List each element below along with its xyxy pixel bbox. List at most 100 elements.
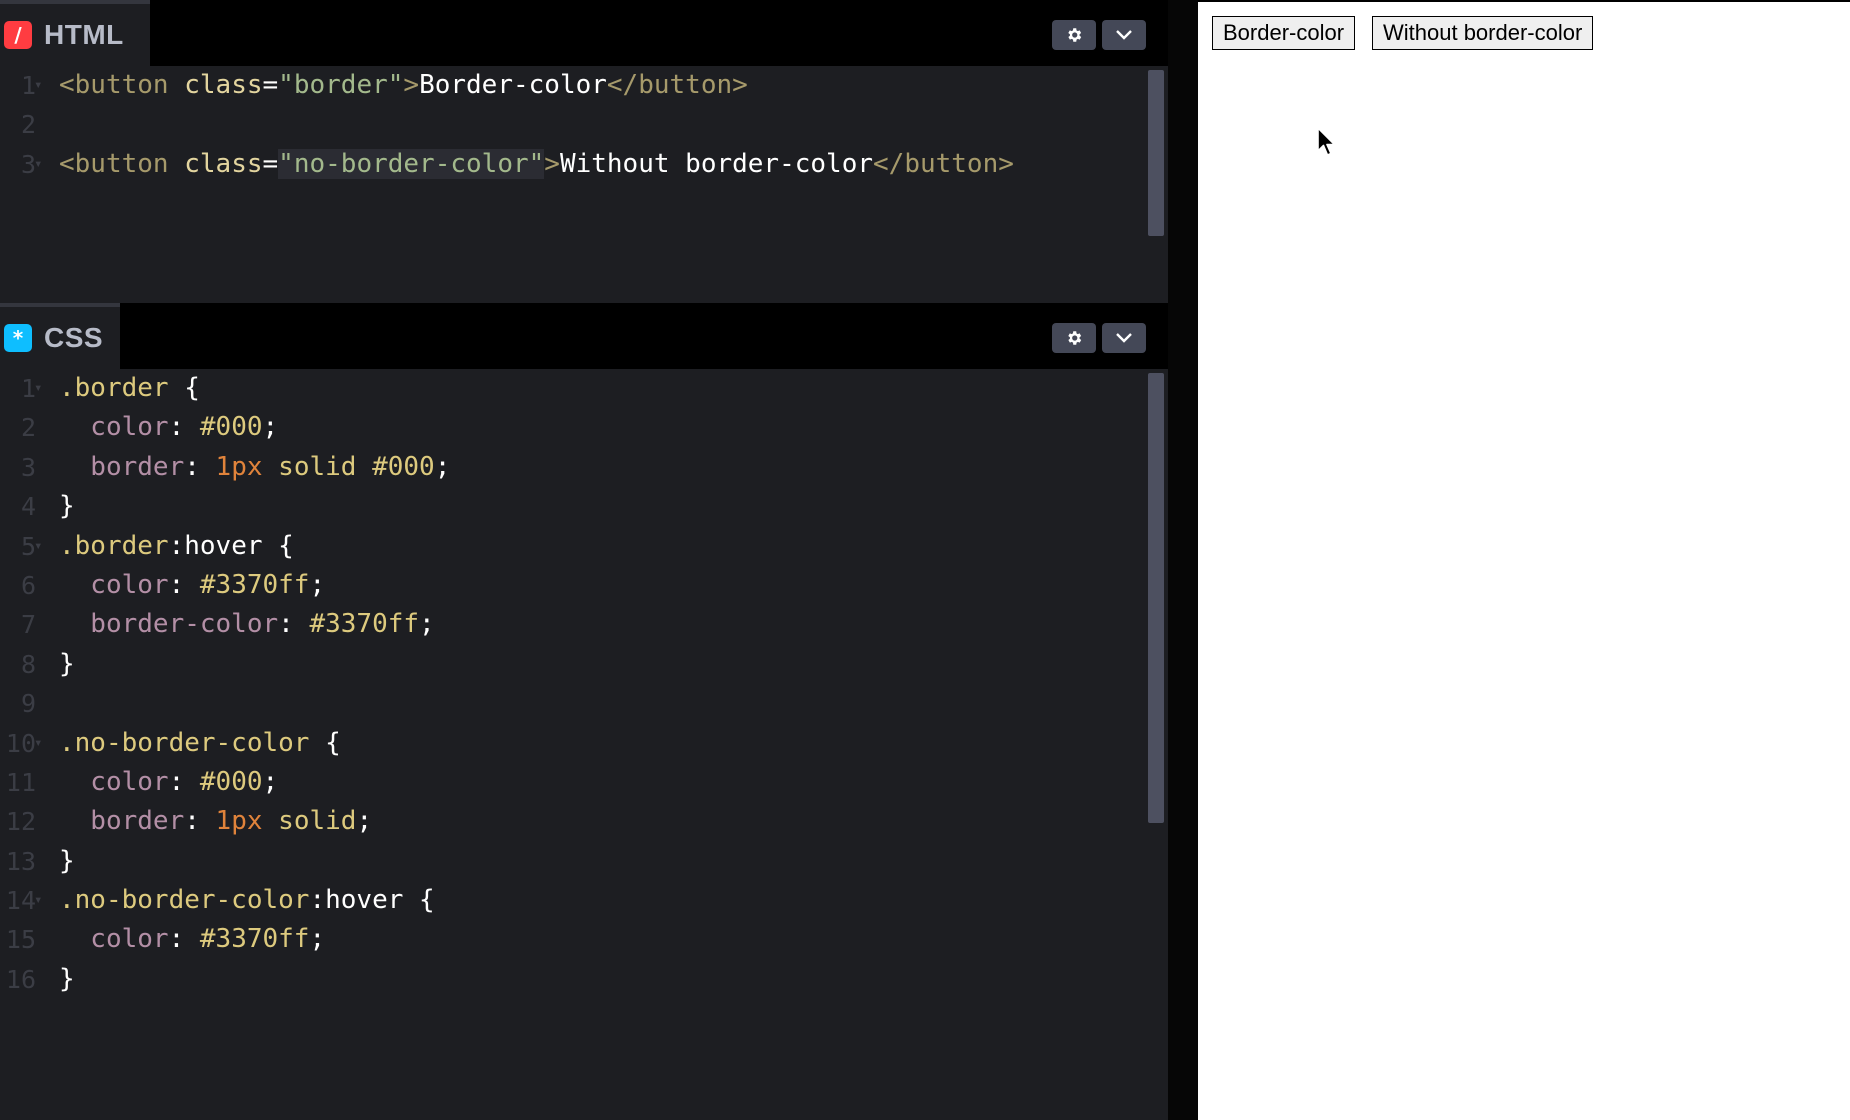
code-token: }	[59, 491, 75, 522]
line-number: 11	[5, 767, 36, 797]
code-line[interactable]: 1 ▾ .border {	[0, 369, 1148, 408]
code-line[interactable]: 16}	[0, 960, 1148, 999]
code-token: color	[59, 924, 169, 955]
fold-arrow-icon[interactable]: ▾	[34, 145, 42, 184]
code-line[interactable]: 12 border: 1px solid;	[0, 802, 1148, 841]
code-line[interactable]: 3 border: 1px solid #000;	[0, 448, 1148, 487]
css-collapse-button[interactable]	[1102, 323, 1146, 353]
code-token: >	[544, 148, 560, 179]
code-token: color	[59, 766, 169, 797]
line-number: 12	[5, 807, 36, 837]
code-line[interactable]: 15 color: #3370ff;	[0, 920, 1148, 959]
code-token: solid	[262, 806, 357, 837]
pane-resize-handle[interactable]	[1168, 0, 1198, 1120]
code-token: :	[168, 412, 200, 443]
code-token: #3370ff	[199, 924, 310, 955]
code-line[interactable]: 13}	[0, 842, 1148, 881]
code-line[interactable]: 8}	[0, 645, 1148, 684]
code-token: >	[403, 70, 420, 100]
html-editor-scrollbar[interactable]	[1148, 70, 1164, 236]
code-content: color: #3370ff;	[59, 920, 325, 959]
code-line[interactable]: 7 border-color: #3370ff;	[0, 605, 1148, 644]
code-token: <button	[59, 70, 185, 100]
fold-arrow-icon[interactable]: ▾	[34, 66, 42, 105]
code-content: border: 1px solid #000;	[59, 448, 450, 487]
html-language-icon: /	[4, 21, 32, 49]
code-line[interactable]: 10 ▾ .no-border-color {	[0, 724, 1148, 763]
code-token: :	[168, 924, 200, 955]
code-line[interactable]: 1 ▾ <button class="border">Border-color</b…	[0, 66, 1148, 105]
code-content: .no-border-color {	[59, 724, 341, 763]
code-content: border-color: #3370ff;	[59, 605, 434, 644]
css-editor-panel: * CSS 1 ▾ .border {2 color: #000; 3 border:…	[0, 303, 1168, 1120]
code-token: {	[168, 373, 200, 403]
code-token: </button>	[606, 70, 748, 100]
line-number: 2	[20, 110, 36, 140]
code-line[interactable]: 2 color: #000;	[0, 408, 1148, 447]
css-editor-scrollbar[interactable]	[1148, 373, 1164, 823]
fold-arrow-icon[interactable]: ▾	[34, 724, 42, 763]
code-token: #000	[372, 451, 435, 482]
code-token: .border	[59, 530, 169, 561]
code-token: =	[262, 70, 279, 100]
code-token: ;	[262, 412, 279, 443]
code-token: }	[59, 648, 75, 679]
border-color-button[interactable]: Border-color	[1212, 16, 1356, 50]
css-code-editor[interactable]: 1 ▾ .border {2 color: #000; 3 border: 1px s…	[0, 369, 1148, 999]
html-code-editor[interactable]: 1 ▾ <button class="border">Border-color</b…	[0, 66, 1148, 184]
fold-arrow-icon[interactable]: ▾	[34, 527, 42, 566]
code-token: "border"	[278, 70, 404, 100]
without-border-color-button[interactable]: Without border-color	[1372, 16, 1594, 50]
html-settings-button[interactable]	[1052, 20, 1096, 50]
code-token: =	[262, 148, 279, 179]
html-collapse-button[interactable]	[1102, 20, 1146, 50]
code-token: Without border-color	[559, 148, 874, 179]
line-number: 4	[20, 492, 36, 522]
line-number: 7	[20, 610, 36, 640]
line-number: 2	[20, 413, 36, 443]
css-settings-button[interactable]	[1052, 323, 1096, 353]
code-token: color	[59, 569, 169, 600]
fold-arrow-icon[interactable]: ▾	[34, 881, 42, 920]
code-token: 1px	[215, 806, 263, 837]
html-editor-panel: / HTML 1 ▾ <button class="border">Border-c…	[0, 0, 1168, 303]
code-line[interactable]: 14 ▾ .no-border-color:hover {	[0, 881, 1148, 920]
code-content: .border:hover {	[59, 527, 294, 566]
code-token: border-color	[59, 609, 279, 640]
code-token: .no-border-color	[59, 727, 310, 758]
code-token: border	[59, 806, 185, 837]
line-number: 9	[20, 689, 36, 719]
code-line[interactable]: 9	[0, 684, 1148, 723]
code-token: :	[278, 609, 310, 640]
fold-arrow-icon[interactable]: ▾	[34, 369, 42, 408]
code-line[interactable]: 5 ▾ .border:hover {	[0, 527, 1148, 566]
code-token: #000	[199, 766, 263, 797]
code-content: .no-border-color:hover {	[59, 881, 435, 920]
code-content: border: 1px solid;	[59, 802, 372, 841]
code-token: ;	[309, 569, 326, 600]
css-panel-tab[interactable]: * CSS	[0, 303, 120, 369]
line-number: 6	[20, 570, 36, 600]
code-token: class	[184, 70, 263, 100]
editor-area: / HTML 1 ▾ <button class="border">Border-c…	[0, 0, 1168, 1120]
code-line[interactable]: 2	[0, 105, 1148, 144]
code-token: :hover {	[309, 885, 435, 916]
code-token: :	[168, 766, 200, 797]
code-token: :hover {	[168, 530, 294, 561]
code-line[interactable]: 3 ▾ <button class="no-border-color">Withou…	[0, 145, 1148, 184]
code-token: :	[184, 806, 216, 837]
html-panel-tab[interactable]: / HTML	[0, 0, 150, 66]
code-token: #3370ff	[309, 609, 420, 640]
line-number: 13	[5, 846, 36, 876]
gear-icon	[1068, 331, 1082, 345]
line-number: 15	[5, 925, 36, 955]
code-line[interactable]: 4}	[0, 487, 1148, 526]
code-token: solid	[262, 451, 373, 482]
code-token: "no-border-color"	[278, 148, 545, 179]
code-token: ;	[434, 451, 451, 482]
result-preview: Border-color Without border-color	[1198, 2, 1850, 1120]
code-line[interactable]: 11 color: #000;	[0, 763, 1148, 802]
code-content: }	[59, 645, 75, 684]
code-line[interactable]: 6 color: #3370ff;	[0, 566, 1148, 605]
line-number: 16	[5, 964, 36, 994]
